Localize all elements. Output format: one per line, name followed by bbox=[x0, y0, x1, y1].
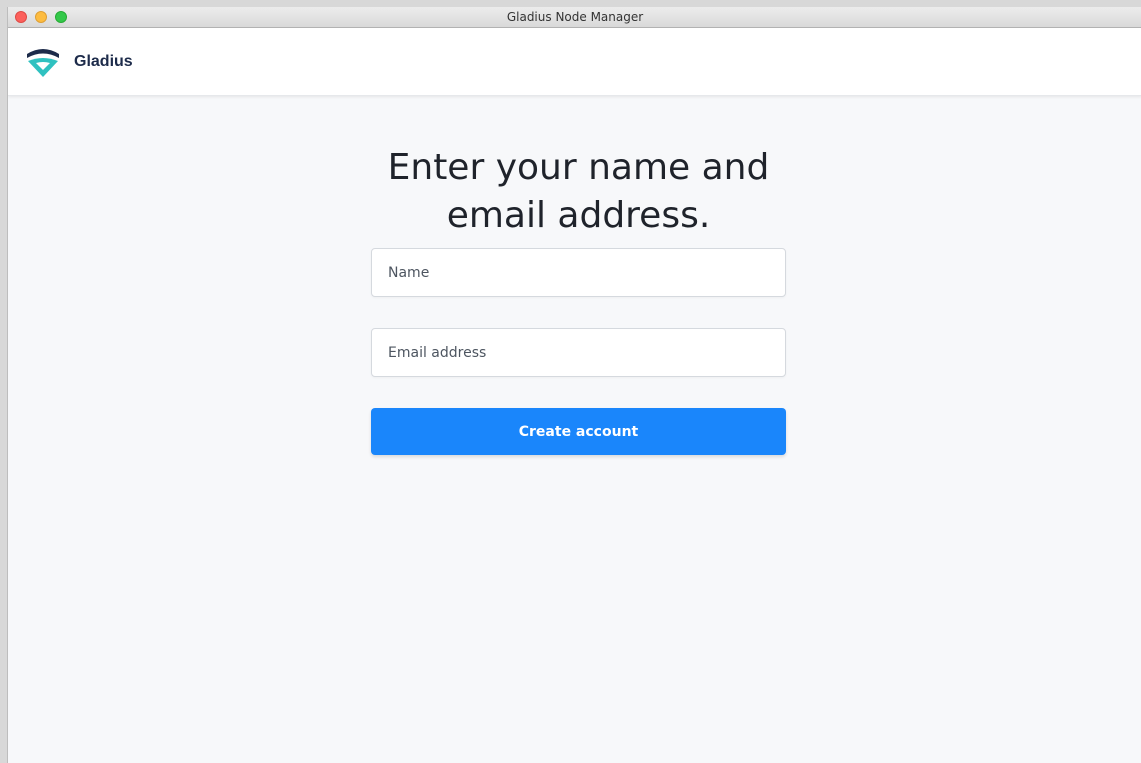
app-header: Gladius bbox=[8, 28, 1141, 96]
brand-name: Gladius bbox=[74, 53, 133, 70]
page-title: Enter your name and email address. bbox=[8, 144, 1141, 240]
gladius-logo-icon bbox=[27, 49, 59, 77]
window-title: Gladius Node Manager bbox=[506, 10, 644, 24]
title-bar[interactable]: Gladius Node Manager bbox=[8, 7, 1141, 28]
app-window: Gladius Node Manager Gladius Enter your … bbox=[7, 7, 1141, 763]
create-account-button[interactable]: Create account bbox=[371, 408, 786, 455]
name-input[interactable] bbox=[371, 248, 786, 297]
page-title-line-2: email address. bbox=[446, 195, 711, 236]
email-input[interactable] bbox=[371, 328, 786, 377]
page-title-line-1: Enter your name and bbox=[387, 147, 770, 188]
